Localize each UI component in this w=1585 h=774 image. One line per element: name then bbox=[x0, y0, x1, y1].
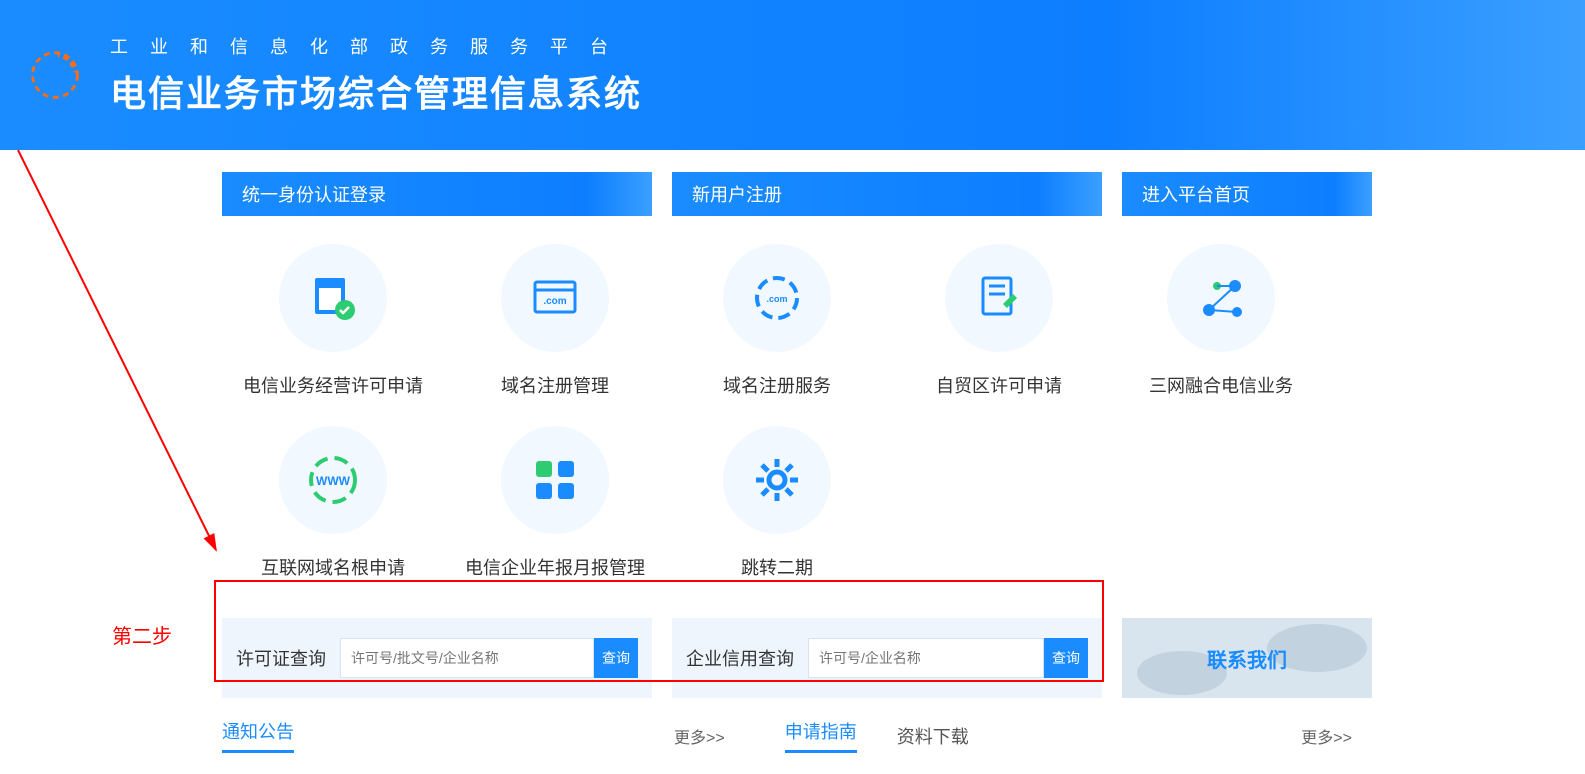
document-edit-icon bbox=[973, 272, 1025, 324]
credit-query-title: 企业信用查询 bbox=[686, 645, 794, 671]
service-label: 电信企业年报月报管理 bbox=[465, 554, 645, 580]
file-check-icon bbox=[307, 272, 359, 324]
service-label: 三网融合电信业务 bbox=[1149, 372, 1293, 398]
tab-guide[interactable]: 申请指南 bbox=[785, 718, 857, 753]
header-title: 电信业务市场综合管理信息系统 bbox=[110, 65, 642, 117]
grid-tiles-icon bbox=[532, 457, 578, 503]
page-header: 工业和信息化部政务服务平台 电信业务市场综合管理信息系统 bbox=[0, 0, 1585, 150]
service-label: 跳转二期 bbox=[741, 554, 813, 580]
guide-more-link[interactable]: 更多>> bbox=[1301, 724, 1352, 748]
service-domain-manage[interactable]: .com 域名注册管理 bbox=[444, 244, 666, 398]
service-domain-service[interactable]: .com 域名注册服务 bbox=[666, 244, 888, 398]
service-phase2-redirect[interactable]: 跳转二期 bbox=[666, 426, 888, 580]
register-button[interactable]: 新用户注册 bbox=[672, 172, 1102, 216]
annotation-step-label: 第二步 bbox=[112, 620, 172, 649]
network-nodes-icon bbox=[1195, 272, 1247, 324]
license-query-title: 许可证查询 bbox=[236, 645, 326, 671]
service-domain-root[interactable]: WWW 互联网域名根申请 bbox=[222, 426, 444, 580]
header-subtitle: 工业和信息化部政务服务平台 bbox=[110, 33, 642, 59]
svg-text:.com: .com bbox=[543, 296, 566, 307]
service-annual-report[interactable]: 电信企业年报月报管理 bbox=[444, 426, 666, 580]
service-telecom-license[interactable]: 电信业务经营许可申请 bbox=[222, 244, 444, 398]
notice-more-link[interactable]: 更多>> bbox=[674, 724, 725, 748]
license-query-box: 许可证查询 查询 bbox=[222, 618, 652, 698]
gear-icon bbox=[752, 455, 802, 505]
service-label: 自贸区许可申请 bbox=[936, 372, 1062, 398]
license-query-input[interactable] bbox=[340, 638, 594, 678]
contact-us-button[interactable]: 联系我们 bbox=[1122, 618, 1372, 698]
service-label: 互联网域名根申请 bbox=[261, 554, 405, 580]
tab-notice[interactable]: 通知公告 bbox=[222, 718, 294, 753]
service-label: 电信业务经营许可申请 bbox=[243, 372, 423, 398]
tab-download[interactable]: 资料下载 bbox=[897, 723, 969, 749]
browser-com-icon: .com bbox=[529, 272, 581, 324]
svg-text:WWW: WWW bbox=[316, 474, 351, 488]
service-label: 域名注册服务 bbox=[723, 372, 831, 398]
annotation-arrow-icon bbox=[0, 150, 230, 750]
globe-com-icon: .com bbox=[751, 272, 803, 324]
service-ftz-license[interactable]: 自贸区许可申请 bbox=[888, 244, 1110, 398]
contact-us-label: 联系我们 bbox=[1207, 644, 1287, 673]
credit-query-input[interactable] bbox=[808, 638, 1044, 678]
www-globe-icon: WWW bbox=[305, 452, 361, 508]
home-button[interactable]: 进入平台首页 bbox=[1122, 172, 1372, 216]
service-label: 域名注册管理 bbox=[501, 372, 609, 398]
logo-icon bbox=[20, 40, 90, 110]
svg-text:.com: .com bbox=[766, 294, 787, 304]
credit-query-box: 企业信用查询 查询 bbox=[672, 618, 1102, 698]
service-triple-play[interactable]: 三网融合电信业务 bbox=[1110, 244, 1332, 398]
credit-query-button[interactable]: 查询 bbox=[1044, 638, 1088, 678]
login-button[interactable]: 统一身份认证登录 bbox=[222, 172, 652, 216]
license-query-button[interactable]: 查询 bbox=[594, 638, 638, 678]
